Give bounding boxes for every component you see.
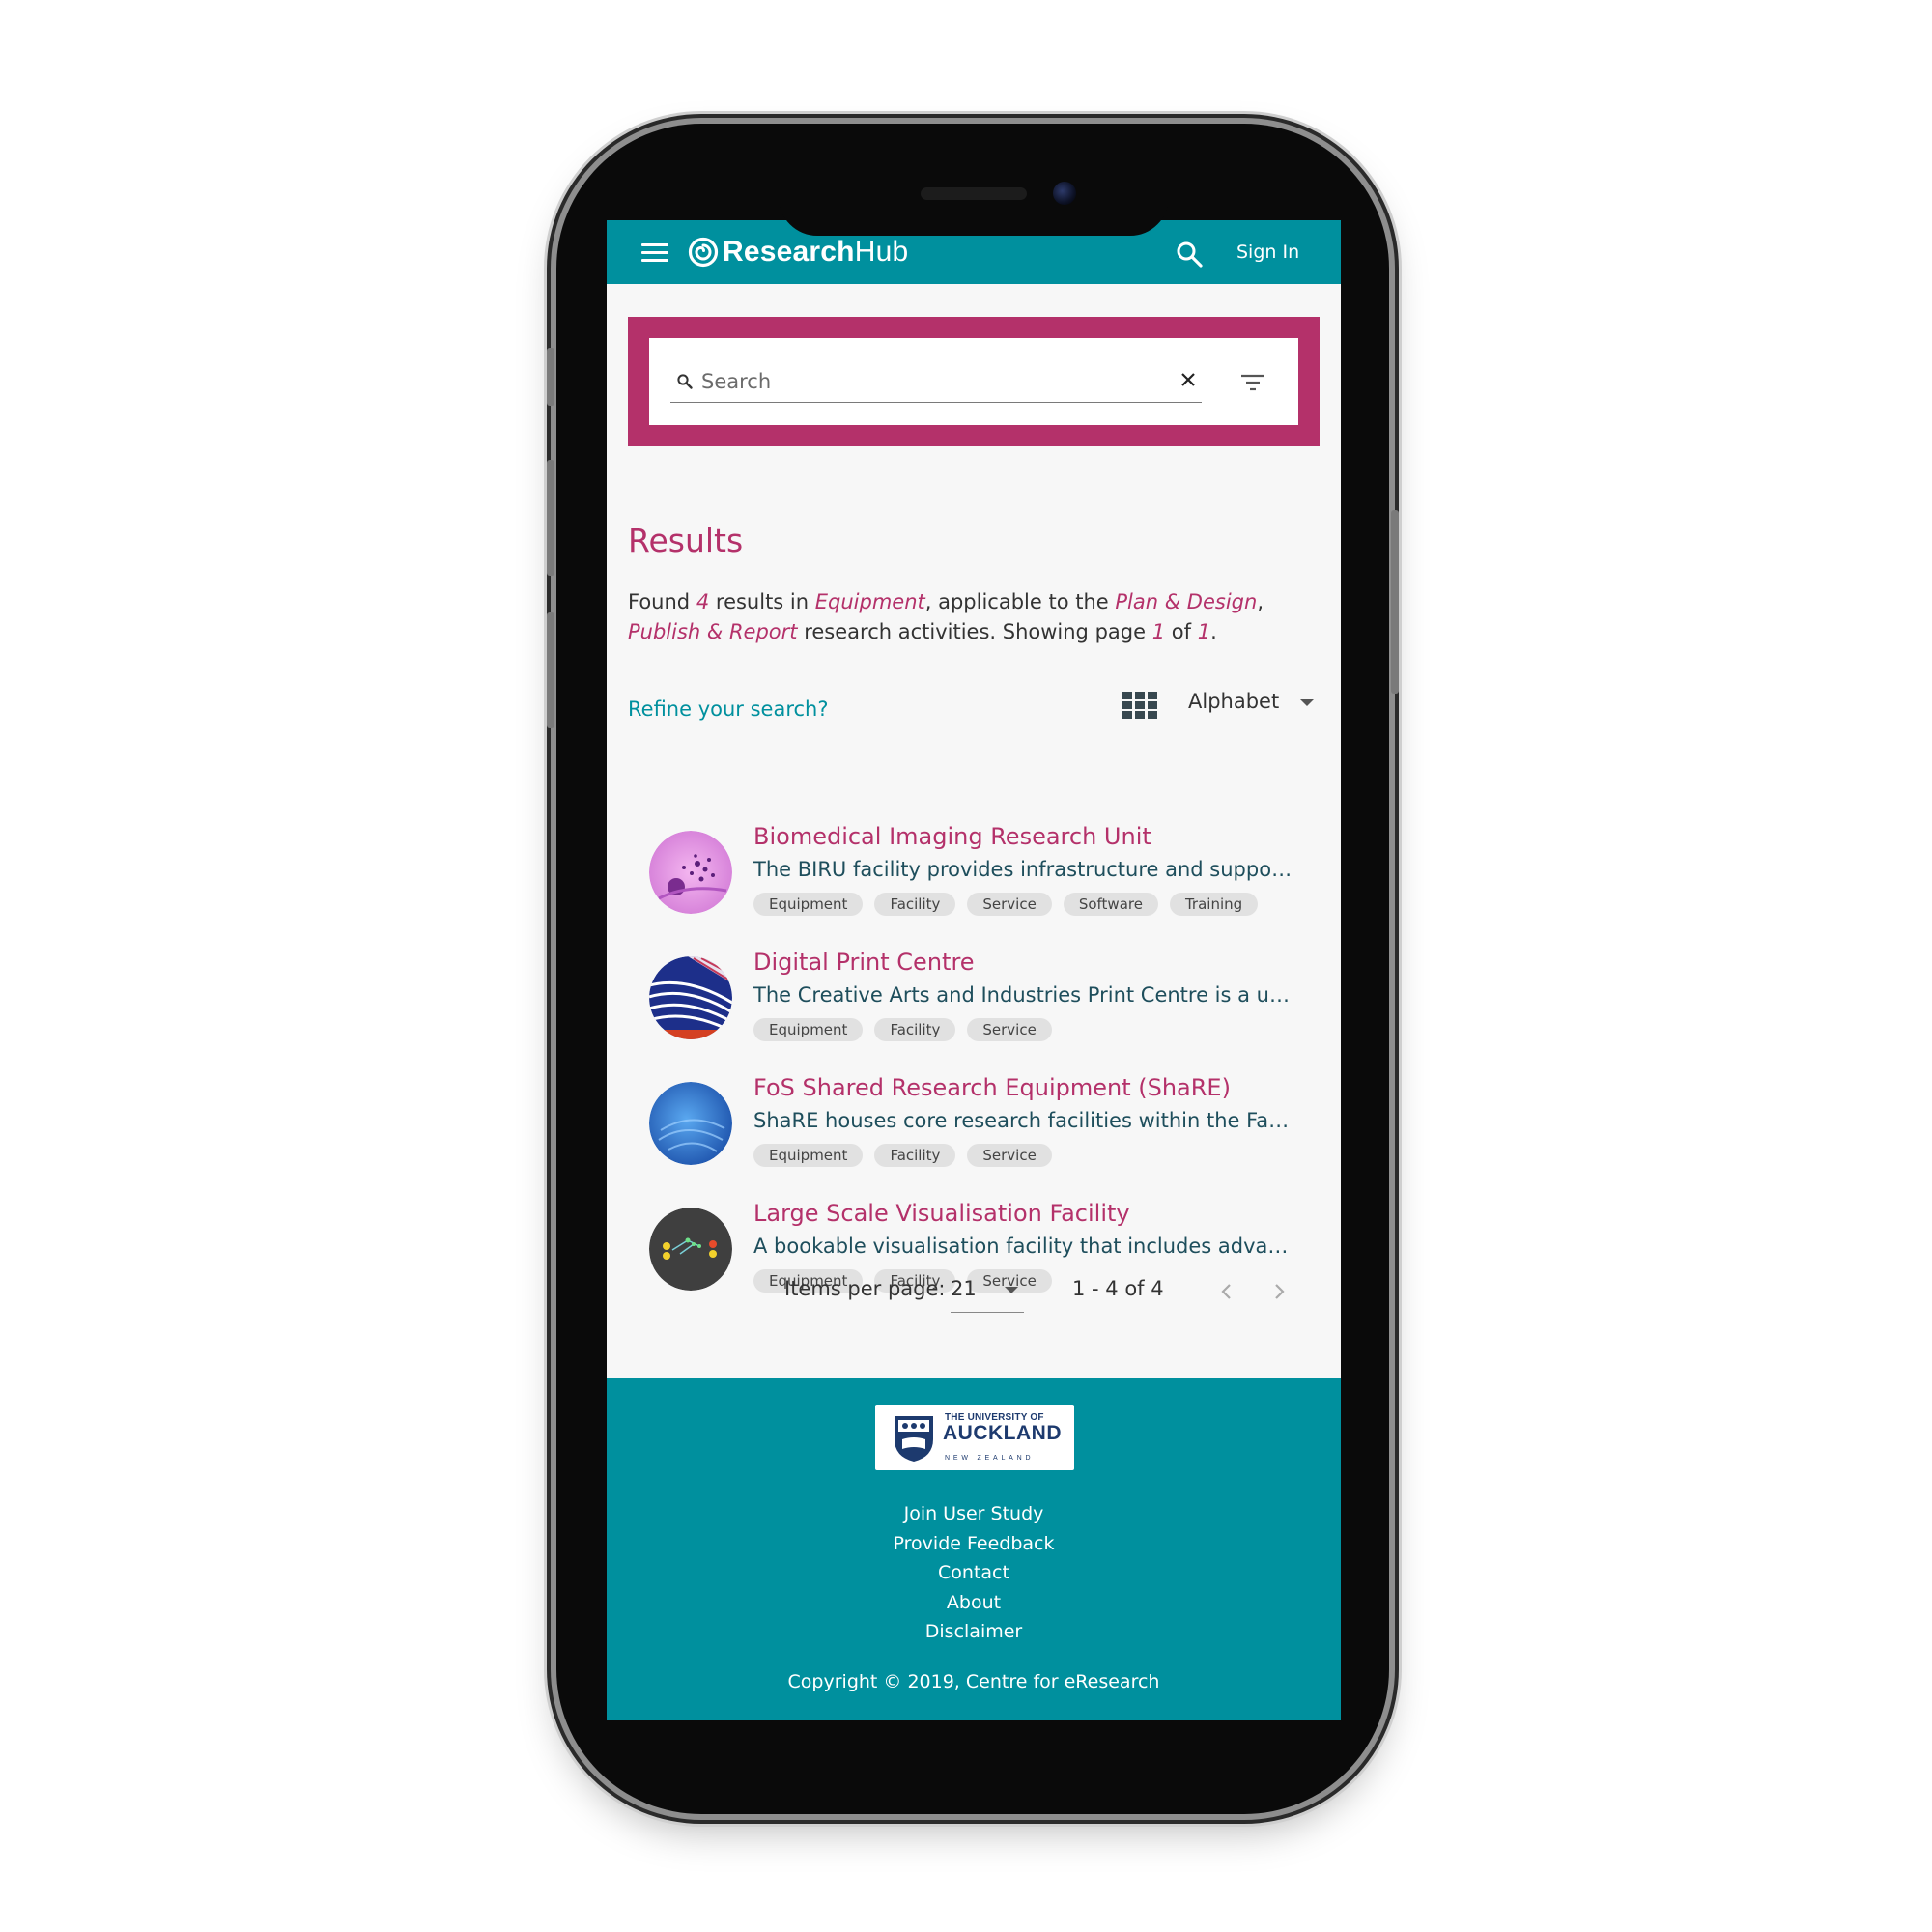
logo-line-3: NEW ZEALAND bbox=[945, 1455, 1035, 1462]
refine-search-link[interactable]: Refine your search? bbox=[628, 697, 829, 721]
result-thumbnail bbox=[649, 831, 732, 914]
summary-activity-1[interactable]: Plan & Design bbox=[1115, 590, 1257, 613]
summary-found: Found bbox=[628, 590, 691, 613]
search-icon[interactable] bbox=[1175, 240, 1204, 269]
results-title: Results bbox=[628, 522, 744, 559]
tag: Equipment bbox=[753, 1144, 864, 1167]
tag: Facility bbox=[874, 1018, 956, 1041]
summary-applicable: , applicable to the bbox=[924, 590, 1109, 613]
phone-screen: ResearchHub Sign In Search Results Found… bbox=[607, 220, 1341, 1720]
phone-speaker bbox=[921, 187, 1027, 200]
sign-in-button[interactable]: Sign In bbox=[1236, 242, 1299, 263]
result-description: The Creative Arts and Industries Print C… bbox=[753, 983, 1294, 1007]
items-per-page-select[interactable]: 21 bbox=[951, 1271, 1024, 1313]
page-range: 1 - 4 of 4 bbox=[1072, 1277, 1164, 1300]
result-thumbnail bbox=[649, 956, 732, 1039]
footer-link-about[interactable]: About bbox=[607, 1588, 1341, 1618]
search-field-icon bbox=[677, 374, 693, 389]
chevron-down-icon bbox=[1005, 1287, 1018, 1293]
tag: Equipment bbox=[753, 893, 864, 916]
filter-icon[interactable] bbox=[1240, 373, 1265, 392]
result-title[interactable]: Large Scale Visualisation Facility bbox=[753, 1200, 1130, 1227]
result-thumbnail bbox=[649, 1082, 732, 1165]
phone-power-button bbox=[1391, 510, 1399, 694]
summary-activity-2[interactable]: Publish & Report bbox=[628, 620, 798, 643]
summary-category[interactable]: Equipment bbox=[815, 590, 925, 613]
result-item[interactable]: Biomedical Imaging Research Unit The BIR… bbox=[649, 823, 1325, 939]
phone-mute-switch bbox=[547, 348, 554, 406]
tag: Service bbox=[967, 1144, 1052, 1167]
result-item[interactable]: FoS Shared Research Equipment (ShaRE) Sh… bbox=[649, 1074, 1325, 1190]
tag: Service bbox=[967, 1018, 1052, 1041]
tag: Facility bbox=[874, 1144, 956, 1167]
copyright: Copyright © 2019, Centre for eResearch bbox=[787, 1671, 1160, 1692]
sort-select[interactable]: Alphabet bbox=[1188, 686, 1320, 725]
brand-bold: Research bbox=[723, 236, 855, 268]
tag: Service bbox=[967, 893, 1052, 916]
search-highlight-frame bbox=[628, 317, 1320, 446]
result-item[interactable]: Digital Print Centre The Creative Arts a… bbox=[649, 949, 1325, 1065]
footer: THE UNIVERSITY OF AUCKLAND NEW ZEALAND J… bbox=[607, 1378, 1341, 1720]
clear-icon[interactable] bbox=[1179, 371, 1197, 388]
phone-notch bbox=[779, 164, 1169, 236]
results-summary: Found 4 results in Equipment, applicable… bbox=[628, 587, 1304, 647]
summary-comma: , bbox=[1257, 590, 1264, 613]
menu-icon[interactable] bbox=[641, 243, 668, 263]
university-crest-icon bbox=[895, 1416, 933, 1462]
result-title[interactable]: Digital Print Centre bbox=[753, 949, 975, 976]
summary-research: research activities. Showing page bbox=[804, 620, 1147, 643]
tag: Facility bbox=[874, 893, 956, 916]
summary-results-in: results in bbox=[715, 590, 810, 613]
result-tags: Equipment Facility Service Software Trai… bbox=[753, 893, 1259, 916]
result-tags: Equipment Facility Service bbox=[753, 1144, 1052, 1167]
researchhub-logo-icon bbox=[688, 237, 719, 268]
tag: Software bbox=[1063, 893, 1158, 916]
footer-links: Join User Study Provide Feedback Contact… bbox=[607, 1499, 1341, 1647]
items-per-page-value: 21 bbox=[951, 1277, 977, 1300]
footer-link-contact[interactable]: Contact bbox=[607, 1558, 1341, 1588]
summary-count: 4 bbox=[696, 590, 710, 613]
brand-light: Hub bbox=[854, 236, 909, 268]
university-logo[interactable]: THE UNIVERSITY OF AUCKLAND NEW ZEALAND bbox=[875, 1405, 1074, 1470]
footer-link-user-study[interactable]: Join User Study bbox=[607, 1499, 1341, 1529]
result-description: A bookable visualisation facility that i… bbox=[753, 1235, 1294, 1258]
search-box bbox=[649, 338, 1298, 425]
items-per-page-label: Items per page: bbox=[784, 1277, 946, 1300]
phone-volume-up bbox=[547, 460, 554, 576]
result-description: ShaRE houses core research facilities wi… bbox=[753, 1109, 1294, 1132]
chevron-left-icon[interactable] bbox=[1215, 1277, 1238, 1306]
sort-value: Alphabet bbox=[1188, 690, 1280, 713]
phone-camera bbox=[1053, 182, 1076, 205]
result-description: The BIRU facility provides infrastructur… bbox=[753, 858, 1294, 881]
search-input[interactable] bbox=[699, 365, 1157, 398]
tag: Equipment bbox=[753, 1018, 864, 1041]
summary-of: of bbox=[1171, 620, 1192, 643]
app-brand[interactable]: ResearchHub bbox=[723, 236, 908, 269]
search-field[interactable] bbox=[670, 361, 1202, 403]
logo-line-2: AUCKLAND bbox=[943, 1422, 1062, 1444]
result-title[interactable]: Biomedical Imaging Research Unit bbox=[753, 823, 1151, 850]
footer-link-feedback[interactable]: Provide Feedback bbox=[607, 1529, 1341, 1559]
footer-link-disclaimer[interactable]: Disclaimer bbox=[607, 1617, 1341, 1647]
summary-page: 1 bbox=[1151, 620, 1166, 643]
summary-total-pages: 1 bbox=[1197, 620, 1211, 643]
result-tags: Equipment Facility Service bbox=[753, 1018, 1052, 1041]
tag: Training bbox=[1169, 893, 1259, 916]
result-title[interactable]: FoS Shared Research Equipment (ShaRE) bbox=[753, 1074, 1231, 1101]
chevron-right-icon[interactable] bbox=[1267, 1277, 1291, 1306]
phone-volume-down bbox=[547, 612, 554, 728]
paginator: Items per page: 21 1 - 4 of 4 bbox=[607, 1271, 1341, 1320]
grid-view-icon[interactable] bbox=[1122, 692, 1157, 719]
chevron-down-icon bbox=[1300, 699, 1314, 706]
summary-period: . bbox=[1210, 620, 1217, 643]
